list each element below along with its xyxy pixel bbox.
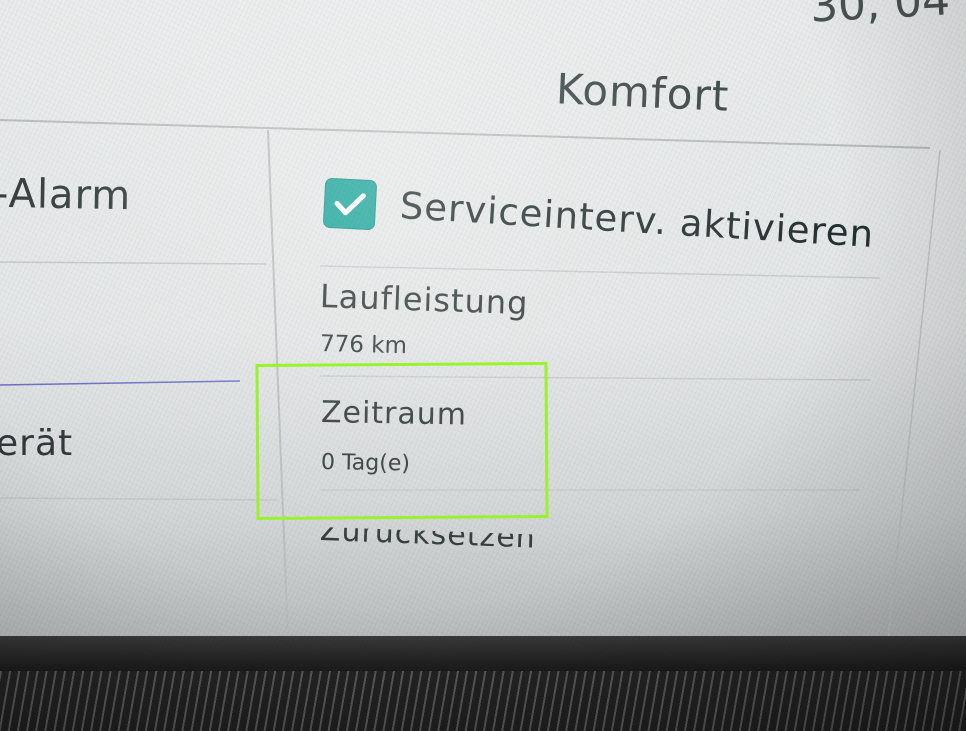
mileage-label: Laufleistung xyxy=(319,277,530,323)
photo-of-screen: 30, 04 Komfort -Alarm erät Serviceinterv… xyxy=(0,0,966,731)
service-interval-checkbox[interactable] xyxy=(322,177,378,231)
mileage-value: 776 km xyxy=(319,331,408,360)
left-item-device-label: erät xyxy=(0,423,74,464)
bezel-texture xyxy=(0,671,966,731)
period-value: 0 Tag(e) xyxy=(320,450,411,477)
left-item-alarm-label: -Alarm xyxy=(0,170,132,220)
period-label: Zeitraum xyxy=(320,395,468,433)
checkmark-icon xyxy=(334,193,366,216)
page-title: Komfort xyxy=(555,64,731,121)
